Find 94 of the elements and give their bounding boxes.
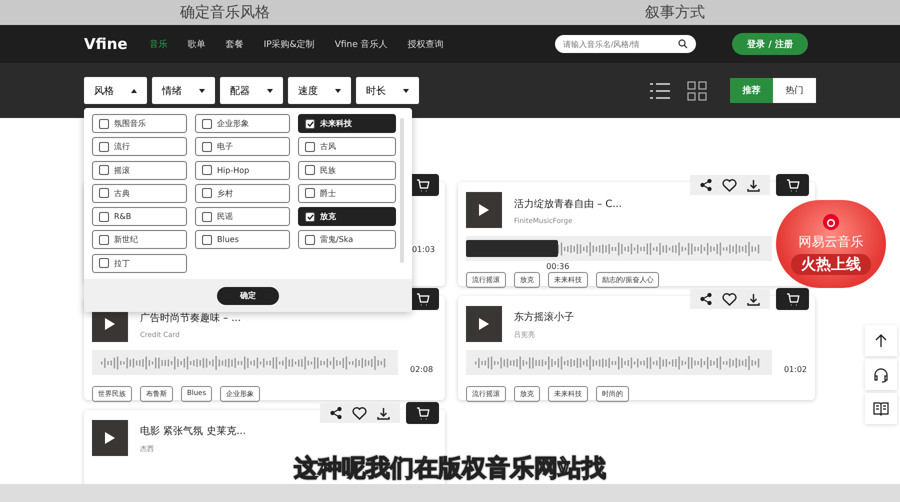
share-icon[interactable] xyxy=(700,179,712,191)
style-checkbox-option[interactable]: 民族 xyxy=(298,160,396,180)
caret-icon xyxy=(335,88,341,92)
style-checkbox-option[interactable]: 拉丁 xyxy=(92,254,187,273)
confirm-button[interactable]: 确定 xyxy=(217,286,279,304)
share-icon[interactable] xyxy=(700,293,712,305)
style-checkbox-option[interactable]: 流行 xyxy=(92,137,187,156)
checkmark-icon xyxy=(306,214,314,220)
cart-icon xyxy=(786,178,800,192)
nav-link[interactable]: 授权查询 xyxy=(408,38,444,50)
grid-view-icon[interactable] xyxy=(687,80,707,100)
style-checkbox-option[interactable]: 电子 xyxy=(195,137,290,156)
play-icon xyxy=(105,318,115,330)
album-cover-placeholder[interactable] xyxy=(466,306,502,342)
filter-dropdown[interactable]: 风格 xyxy=(84,77,147,104)
share-icon[interactable] xyxy=(330,407,342,419)
track-duration: 02:08 xyxy=(410,365,434,374)
play-icon xyxy=(479,204,489,216)
style-checkbox-option[interactable]: 古典 xyxy=(92,184,187,203)
cart-button[interactable] xyxy=(776,174,809,196)
filter-dropdown[interactable]: 情绪 xyxy=(152,77,215,104)
promo-slogan: 火热上线 xyxy=(791,254,871,274)
heart-icon[interactable] xyxy=(722,178,737,192)
album-cover-placeholder[interactable] xyxy=(466,192,502,228)
track-title[interactable]: 活力绽放青春自由 – C... xyxy=(514,197,622,211)
nav-link[interactable]: IP采购&定制 xyxy=(264,38,315,50)
cart-icon xyxy=(786,292,800,306)
back-to-top-button[interactable] xyxy=(865,325,897,356)
waveform-track[interactable] xyxy=(92,350,398,375)
scrollbar[interactable] xyxy=(400,118,404,263)
music-logo-icon xyxy=(823,214,839,230)
filter-dropdown[interactable]: 配器 xyxy=(220,77,283,104)
style-checkbox-option[interactable]: 氛围音乐 xyxy=(92,114,187,133)
nav-link[interactable]: Vfine 音乐人 xyxy=(334,38,388,50)
style-checkbox-option[interactable]: R&B xyxy=(92,207,187,226)
nav-link[interactable]: 音乐 xyxy=(150,38,168,50)
heart-icon[interactable] xyxy=(722,292,737,306)
promo-toast[interactable]: 网易云音乐 火热上线 xyxy=(776,200,886,288)
style-checkbox-option[interactable]: 民谣 xyxy=(195,207,290,226)
video-subtitle: 这种呢我们在版权音乐网站找 xyxy=(294,453,606,484)
style-checkbox-option[interactable]: Blues xyxy=(195,230,290,250)
promo-brand: 网易云音乐 xyxy=(798,234,864,250)
caret-icon xyxy=(267,88,273,92)
heart-icon[interactable] xyxy=(352,406,367,420)
cart-icon xyxy=(416,292,430,306)
play-icon xyxy=(479,318,489,330)
logo[interactable]: Vfine xyxy=(84,35,128,53)
search-icon xyxy=(678,39,688,49)
track-title[interactable]: 广告时尚节奏趣味 – ... xyxy=(140,311,241,325)
caret-icon xyxy=(199,88,205,92)
filter-dropdown[interactable]: 速度 xyxy=(288,77,351,104)
playback-position: 00:36 xyxy=(544,262,572,272)
style-checkbox-option[interactable]: 新世纪 xyxy=(92,230,187,250)
cart-button[interactable] xyxy=(776,288,809,310)
customer-service-button[interactable] xyxy=(865,359,897,390)
style-checkbox-option[interactable]: 古风 xyxy=(298,137,396,156)
arrow-up-icon xyxy=(875,334,887,348)
download-icon[interactable] xyxy=(747,178,760,192)
sort-tab[interactable]: 推荐 xyxy=(730,78,773,103)
nav-link[interactable]: 歌单 xyxy=(188,38,206,50)
caret-icon xyxy=(131,88,137,92)
style-checkbox-option[interactable]: 乡村 xyxy=(195,184,290,203)
nav-link[interactable]: 套餐 xyxy=(226,38,244,50)
style-checkbox-option[interactable]: 爵士 xyxy=(298,184,396,203)
play-icon xyxy=(105,432,115,444)
style-checkbox-option[interactable]: 摇滚 xyxy=(92,160,187,180)
track-duration: 01:03 xyxy=(412,245,435,254)
track-duration: 01:02 xyxy=(784,365,807,374)
caret-icon xyxy=(403,88,409,92)
headset-icon xyxy=(873,366,889,382)
style-checkbox-option[interactable]: 放克 xyxy=(298,207,396,226)
search-field[interactable]: 请输入音乐名/风格/情 xyxy=(555,35,696,53)
waveform-track[interactable] xyxy=(466,350,772,375)
download-icon[interactable] xyxy=(747,292,760,306)
video-header-label: 叙事方式 xyxy=(644,2,706,23)
style-checkbox-option[interactable]: 未来科技 xyxy=(298,114,396,133)
list-view-icon[interactable] xyxy=(650,82,670,100)
cart-icon xyxy=(416,406,430,420)
filter-dropdown[interactable]: 时长 xyxy=(356,77,419,104)
video-header-label: 确定音乐风格 xyxy=(179,2,271,23)
style-checkbox-option[interactable]: 雷鬼/Ska xyxy=(298,230,396,250)
download-icon[interactable] xyxy=(377,406,390,420)
track-title[interactable]: 电影 紧张气氛 史莱克... xyxy=(140,424,246,438)
track-title[interactable]: 东方摇滚小子 xyxy=(514,310,574,324)
checkmark-icon xyxy=(306,120,314,126)
book-icon xyxy=(873,402,889,416)
login-register-button[interactable]: 登录 / 注册 xyxy=(732,33,808,55)
style-checkbox-option[interactable]: Hip-Hop xyxy=(195,160,290,180)
guide-book-button[interactable] xyxy=(865,393,897,424)
style-checkbox-option[interactable]: 企业形象 xyxy=(195,114,290,133)
cart-icon xyxy=(416,178,430,192)
album-cover-placeholder[interactable] xyxy=(92,420,128,456)
sort-tab[interactable]: 热门 xyxy=(773,78,816,103)
cart-button[interactable] xyxy=(406,402,439,424)
